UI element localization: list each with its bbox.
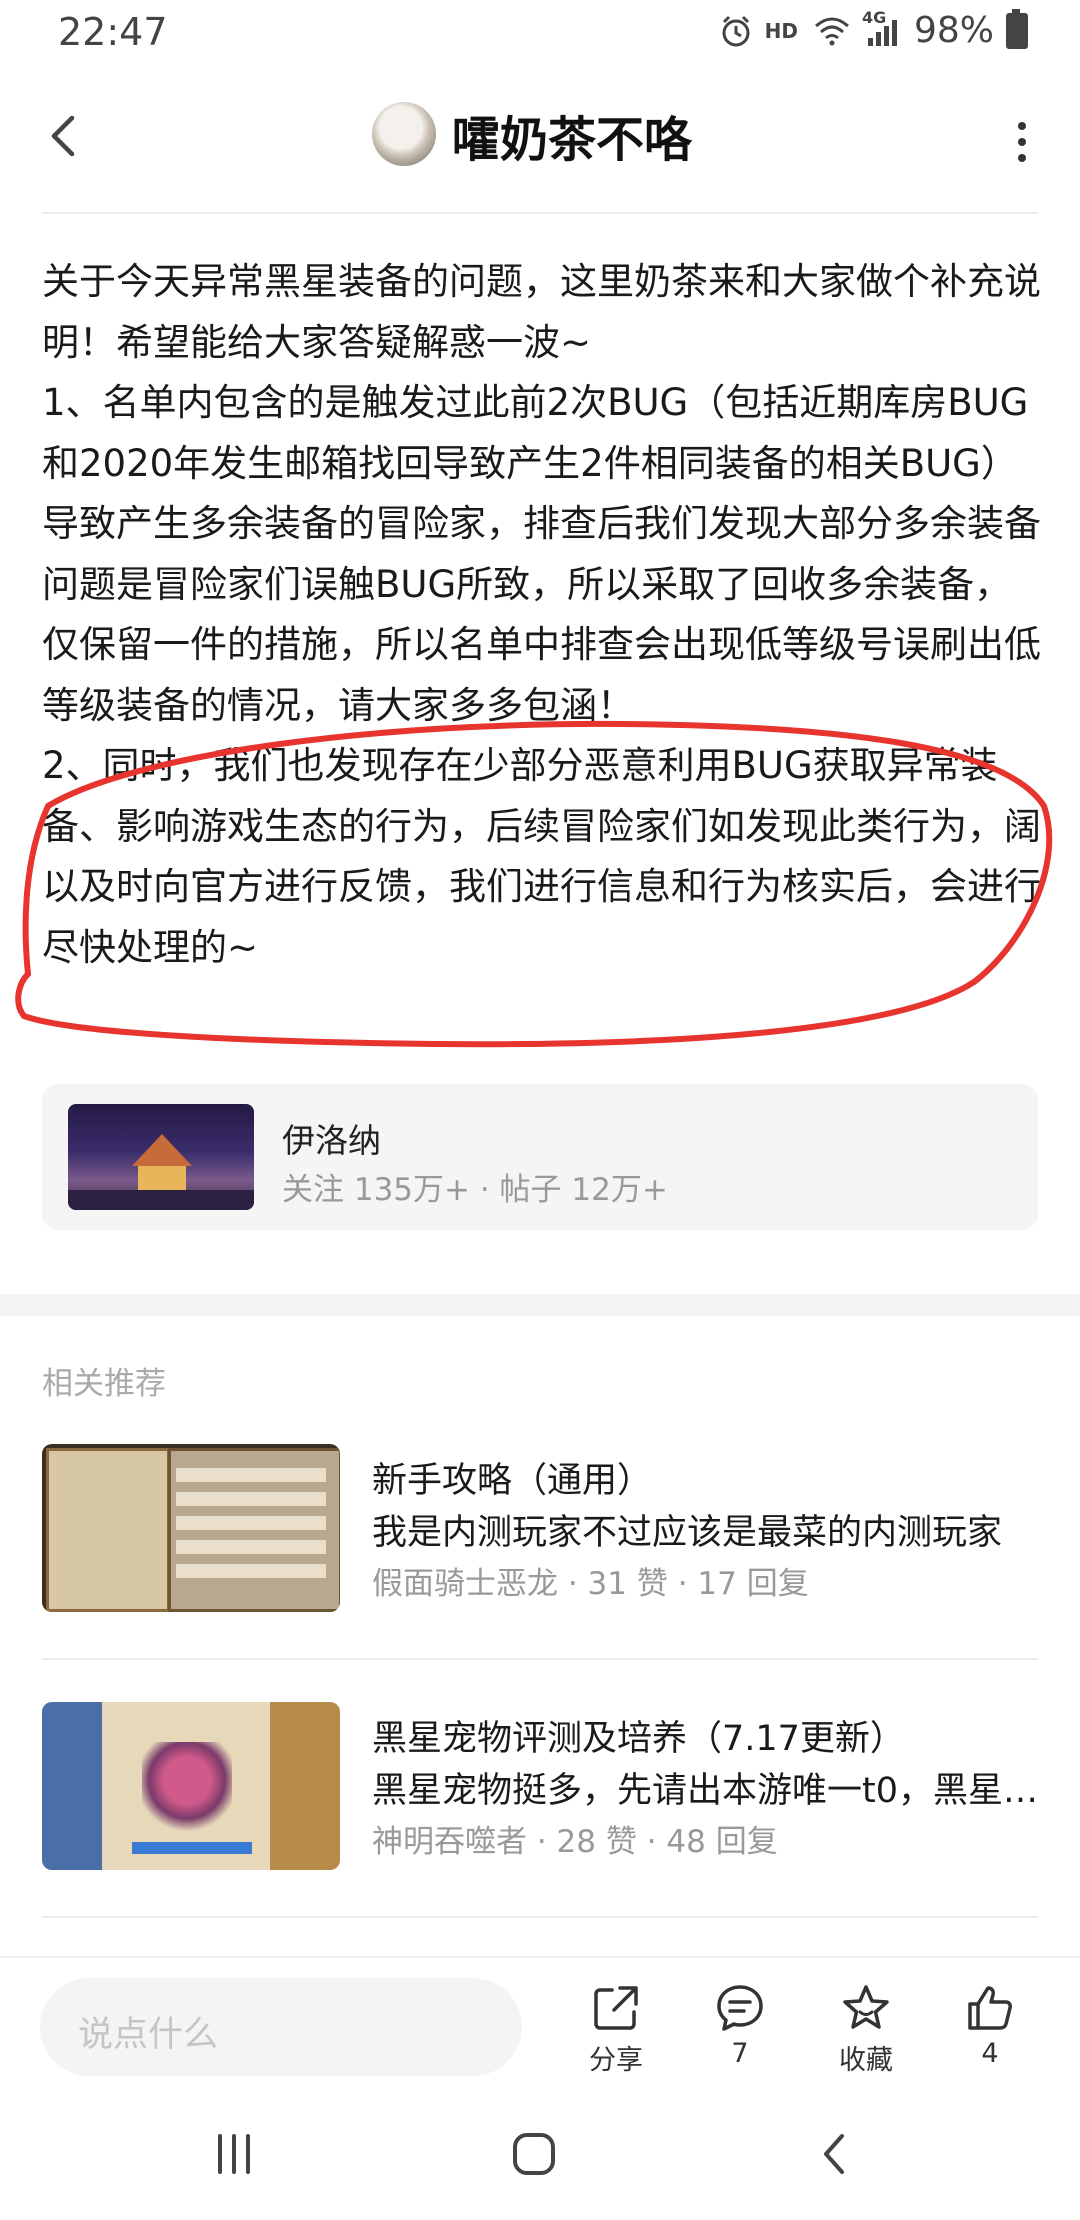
related-post-thumbnail xyxy=(42,1444,340,1612)
comment-input[interactable]: 说点什么 xyxy=(40,1978,522,2076)
related-post-item[interactable]: 新手攻略（通用） 我是内测玩家不过应该是最菜的内测玩家 假面骑士恶龙 · 31 … xyxy=(42,1444,1038,1644)
author-name[interactable]: 嚯奶茶不咯 xyxy=(452,100,692,170)
thumbs-up-icon xyxy=(968,1986,1012,2030)
alarm-icon xyxy=(722,15,750,46)
wifi-icon xyxy=(814,17,849,45)
battery-icon xyxy=(1006,8,1028,49)
related-post-item[interactable]: 黑星宠物评测及培养（7.17更新） 黑星宠物挺多，先请出本游唯一t0，黑星宠物 … xyxy=(42,1702,1042,1902)
post-paragraph: 1、名单内包含的是触发过此前2次BUG（包括近期库房BUG和2020年发生邮箱找… xyxy=(42,381,1041,727)
post-header: 嚯奶茶不咯 xyxy=(0,66,1080,212)
share-icon xyxy=(594,1986,638,2030)
favorite-button[interactable]: 收藏 xyxy=(816,1982,916,2082)
related-post-meta: 神明吞噬者 · 28 赞 · 48 回复 xyxy=(372,1824,778,1860)
back-icon[interactable] xyxy=(38,106,88,166)
post-body: 关于今天异常黑星装备的问题，这里奶茶来和大家做个补充说明！希望能给大家答疑解惑一… xyxy=(42,252,1042,978)
like-count: 4 xyxy=(981,2038,999,2069)
header-divider xyxy=(42,212,1038,214)
home-icon[interactable] xyxy=(494,2124,574,2184)
related-post-thumbnail xyxy=(42,1702,340,1870)
favorite-label: 收藏 xyxy=(839,2045,893,2076)
forum-thumbnail xyxy=(68,1104,254,1210)
share-label: 分享 xyxy=(589,2045,643,2076)
forum-name: 伊洛纳 xyxy=(282,1121,381,1160)
comment-placeholder: 说点什么 xyxy=(78,2015,219,2055)
related-post-title: 黑星宠物评测及培养（7.17更新） xyxy=(372,1719,905,1759)
related-section-title: 相关推荐 xyxy=(42,1366,166,1402)
star-icon xyxy=(843,1985,889,2029)
forum-stats: 关注 135万+ · 帖子 12万+ xyxy=(282,1172,668,1208)
back-nav-icon[interactable] xyxy=(796,2124,876,2184)
related-post-excerpt: 黑星宠物挺多，先请出本游唯一t0，黑星宠物 xyxy=(372,1771,1042,1811)
status-bar: 22:47 HD 4G 98% xyxy=(0,0,1080,66)
like-button[interactable]: 4 xyxy=(940,1982,1040,2082)
hd-label: HD xyxy=(764,18,798,43)
battery-percent: 98% xyxy=(913,10,994,51)
related-post-meta: 假面骑士恶龙 · 31 赞 · 17 回复 xyxy=(372,1566,809,1602)
comment-button[interactable]: 7 xyxy=(690,1982,790,2082)
status-icons: HD 4G 98% xyxy=(719,8,1028,51)
comment-icon xyxy=(717,1985,763,2031)
section-separator xyxy=(0,1294,1080,1316)
related-post-title: 新手攻略（通用） xyxy=(372,1461,653,1501)
status-time: 22:47 xyxy=(58,10,168,54)
post-paragraph: 关于今天异常黑星装备的问题，这里奶茶来和大家做个补充说明！希望能给大家答疑解惑一… xyxy=(42,260,1041,364)
comment-count: 7 xyxy=(731,2038,749,2069)
recent-apps-icon[interactable] xyxy=(194,2124,274,2184)
more-options-icon[interactable] xyxy=(1012,118,1032,166)
author-avatar[interactable] xyxy=(372,102,436,166)
forum-card[interactable]: 伊洛纳 关注 135万+ · 帖子 12万+ xyxy=(42,1084,1038,1230)
cell-signal-icon: 4G xyxy=(862,8,902,48)
bottom-action-bar: 说点什么 分享 7 收藏 4 xyxy=(0,1956,1080,2096)
related-post-excerpt: 我是内测玩家不过应该是最菜的内测玩家 xyxy=(372,1513,1003,1553)
system-navigation-bar xyxy=(0,2094,1080,2220)
list-divider xyxy=(42,1916,1038,1918)
post-paragraph: 2、同时，我们也发现存在少部分恶意利用BUG获取异常装备、影响游戏生态的行为，后… xyxy=(42,744,1041,969)
share-button[interactable]: 分享 xyxy=(566,1982,666,2082)
list-divider xyxy=(42,1658,1038,1660)
